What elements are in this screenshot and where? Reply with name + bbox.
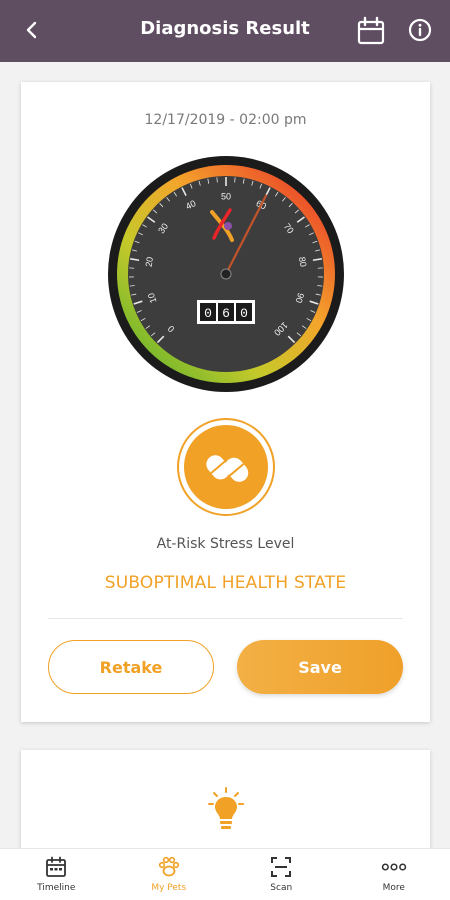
nav-label: Scan: [270, 883, 293, 893]
nav-timeline[interactable]: Timeline: [0, 849, 113, 900]
stress-level-label: At-Risk Stress Level: [156, 536, 295, 552]
result-date: 12/17/2019 - 02:00 pm: [144, 112, 307, 128]
result-card: 12/17/2019 - 02:00 pm 010203040506070809…: [21, 82, 430, 722]
stress-badge: [177, 418, 275, 516]
nav-my-pets[interactable]: My Pets: [113, 849, 226, 900]
calendar-button[interactable]: [352, 12, 390, 50]
gauge-digit: 6: [222, 306, 230, 321]
nav-more[interactable]: More: [338, 849, 450, 900]
scan-icon: [268, 854, 294, 880]
divider: [48, 618, 403, 619]
gauge-hub: [220, 268, 232, 280]
bottom-nav: Timeline My Pets Scan More: [0, 848, 450, 900]
save-button[interactable]: Save: [237, 640, 403, 694]
nav-label: More: [382, 883, 405, 893]
gauge-digit: 0: [204, 306, 212, 321]
calendar-icon: [357, 16, 385, 45]
health-state: SUBOPTIMAL HEALTH STATE: [104, 573, 347, 593]
more-icon: [381, 854, 407, 880]
nav-scan[interactable]: Scan: [225, 849, 338, 900]
stress-gauge: 0102030405060708090100 0 6 0: [108, 156, 344, 392]
gauge-tick-label: 80: [297, 256, 308, 267]
gauge-tick-label: 50: [221, 191, 231, 201]
nav-label: Timeline: [37, 883, 76, 893]
calendar-icon: [43, 854, 69, 880]
paw-icon: [156, 854, 182, 880]
nav-label: My Pets: [151, 883, 187, 893]
app-header: Diagnosis Result: [0, 0, 450, 62]
gauge-digit: 0: [240, 306, 248, 321]
gauge-tick-label: 20: [144, 256, 155, 267]
lightbulb-icon: [208, 787, 244, 829]
retake-button[interactable]: Retake: [48, 640, 214, 694]
info-icon: [408, 18, 432, 42]
info-button[interactable]: [402, 12, 438, 48]
tip-card: [21, 750, 430, 850]
